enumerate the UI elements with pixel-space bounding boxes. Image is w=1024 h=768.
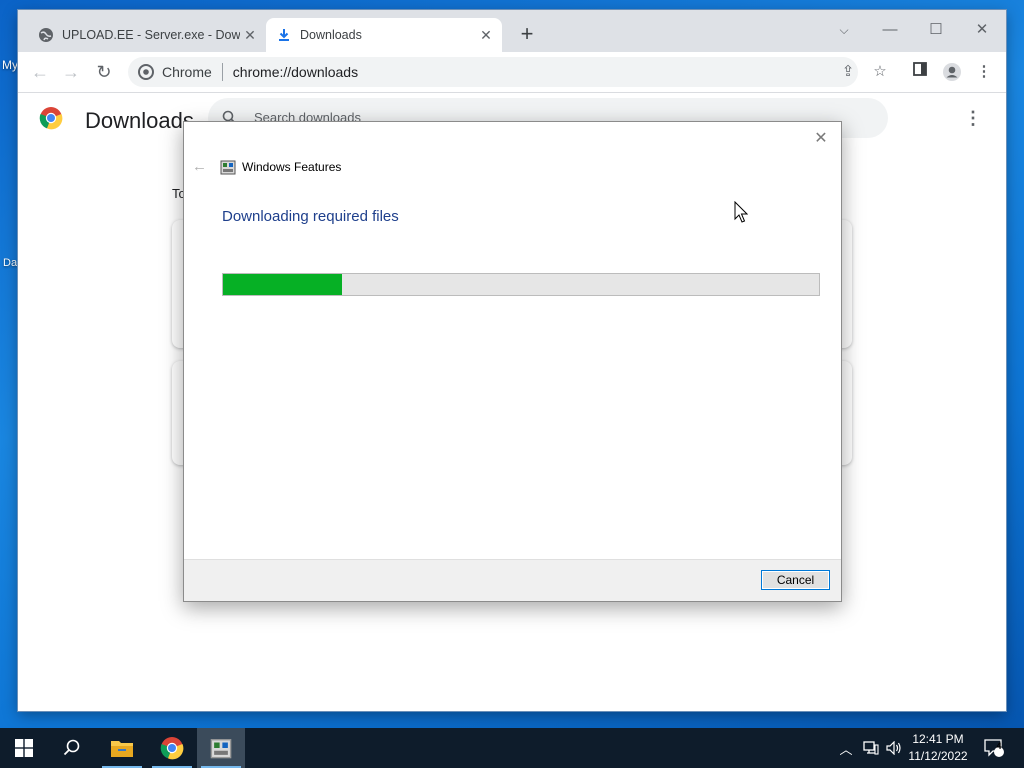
dialog-title-bar: Windows Features bbox=[220, 159, 341, 175]
taskbar-chrome[interactable] bbox=[148, 728, 196, 768]
tab-strip: UPLOAD.EE - Server.exe - Downlo ✕ Downlo… bbox=[18, 10, 1006, 52]
reload-button[interactable]: ↻ bbox=[92, 60, 116, 84]
system-clock[interactable]: 12:41 PM 11/12/2022 bbox=[902, 731, 974, 765]
start-icon bbox=[15, 739, 33, 757]
desktop-icon-label[interactable]: My bbox=[2, 58, 18, 72]
cancel-button[interactable]: Cancel bbox=[761, 570, 830, 590]
omnibox-divider bbox=[221, 63, 223, 81]
close-tab-icon[interactable]: ✕ bbox=[476, 27, 496, 44]
clock-time: 12:41 PM bbox=[912, 732, 964, 746]
volume-icon[interactable] bbox=[884, 728, 904, 768]
url-text[interactable]: chrome://downloads bbox=[233, 64, 358, 80]
tab-title: UPLOAD.EE - Server.exe - Downlo bbox=[62, 28, 240, 42]
page-title: Downloads bbox=[85, 108, 194, 133]
mouse-cursor-icon bbox=[734, 201, 748, 223]
back-button[interactable]: ← bbox=[28, 60, 52, 84]
share-icon[interactable]: ⇪ bbox=[838, 62, 858, 82]
tab-upload-ee[interactable]: UPLOAD.EE - Server.exe - Downlo ✕ bbox=[28, 18, 266, 52]
search-icon bbox=[63, 739, 80, 756]
bookmark-star-icon[interactable]: ☆ bbox=[870, 62, 890, 82]
chrome-logo-icon bbox=[39, 107, 63, 130]
tab-downloads[interactable]: Downloads ✕ bbox=[266, 18, 502, 52]
close-window-button[interactable]: ✕ bbox=[962, 16, 1002, 44]
site-chip-label: Chrome bbox=[162, 64, 212, 80]
maximize-button[interactable]: ☐ bbox=[916, 16, 956, 44]
dialog-back-arrow-icon[interactable]: ← bbox=[192, 158, 207, 175]
network-icon[interactable] bbox=[860, 728, 882, 768]
taskbar-file-explorer[interactable] bbox=[98, 728, 146, 768]
clock-date: 11/12/2022 bbox=[908, 749, 968, 763]
notification-center-button[interactable]: 4 bbox=[980, 728, 1008, 768]
chrome-icon bbox=[160, 737, 184, 760]
windows-features-icon bbox=[220, 160, 236, 175]
desktop-icon-label[interactable]: Da bbox=[3, 257, 17, 269]
dialog-close-icon[interactable]: ✕ bbox=[811, 128, 831, 148]
site-chip[interactable]: Chrome bbox=[138, 64, 212, 80]
download-icon bbox=[276, 27, 292, 43]
start-button[interactable] bbox=[0, 728, 48, 768]
download-progress-bar bbox=[222, 273, 820, 296]
profile-avatar-icon[interactable] bbox=[942, 62, 962, 82]
dialog-heading: Downloading required files bbox=[222, 208, 399, 225]
notification-badge: 4 bbox=[996, 741, 1002, 751]
dialog-title: Windows Features bbox=[242, 160, 342, 174]
progress-fill bbox=[223, 274, 343, 295]
browser-toolbar: ← → ↻ Chrome chrome://downloads ⇪ ☆ ⋮ bbox=[18, 52, 1006, 93]
tab-search-chevron-icon[interactable]: ⌵ bbox=[824, 16, 864, 44]
downloads-menu-icon[interactable]: ⋮ bbox=[964, 109, 982, 128]
tab-title: Downloads bbox=[300, 28, 362, 42]
chrome-menu-icon[interactable]: ⋮ bbox=[974, 62, 994, 82]
chrome-icon bbox=[138, 64, 154, 80]
taskbar-search-button[interactable] bbox=[48, 728, 96, 768]
windows-features-dialog: ✕ ← Windows Features Downloading require… bbox=[183, 121, 842, 602]
close-tab-icon[interactable]: ✕ bbox=[240, 27, 260, 44]
minimize-button[interactable]: — bbox=[870, 16, 910, 44]
show-hidden-icons-chevron-icon[interactable]: ︿ bbox=[836, 728, 856, 768]
globe-icon bbox=[38, 27, 54, 43]
forward-button[interactable]: → bbox=[59, 60, 83, 84]
file-explorer-icon bbox=[111, 741, 133, 757]
windows-features-icon bbox=[210, 739, 232, 759]
dialog-footer: Cancel bbox=[184, 559, 841, 601]
taskbar: ︿ 12:41 PM 11/12/2022 4 bbox=[0, 728, 1024, 768]
address-bar[interactable]: Chrome chrome://downloads bbox=[128, 57, 858, 87]
new-tab-button[interactable]: + bbox=[516, 23, 538, 46]
side-panel-icon[interactable] bbox=[910, 62, 930, 82]
taskbar-windows-features[interactable] bbox=[197, 728, 245, 768]
